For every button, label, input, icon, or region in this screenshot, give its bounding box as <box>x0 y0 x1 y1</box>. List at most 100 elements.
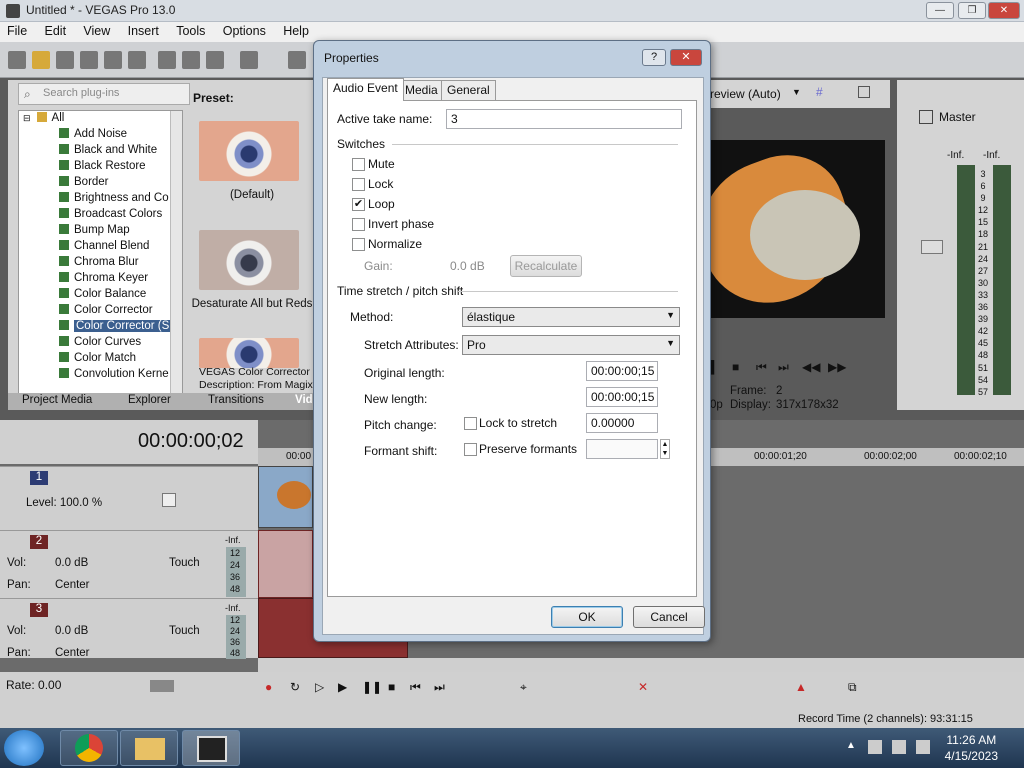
pitch-change-input[interactable]: 0.00000 <box>586 413 658 433</box>
timeline-horizontal-scrollbar[interactable] <box>258 658 1024 672</box>
maximize-button[interactable]: ❐ <box>958 2 986 19</box>
audio-clip[interactable] <box>258 530 313 598</box>
stop-icon[interactable]: ■ <box>732 360 739 374</box>
play-icon[interactable]: ▌ <box>710 360 719 374</box>
play-from-start-icon[interactable]: ▷ <box>315 680 324 694</box>
new-length-input[interactable]: 00:00:00;15 <box>586 387 658 407</box>
tree-item[interactable]: Color Balance <box>59 288 146 304</box>
copy-snapshot-icon[interactable] <box>858 86 870 98</box>
preset-thumbnail[interactable] <box>199 121 299 181</box>
preview-quality[interactable]: review (Auto) <box>710 87 781 101</box>
level-slider-handle[interactable] <box>162 493 176 507</box>
action-center-icon[interactable] <box>868 740 882 754</box>
menu-insert[interactable]: Insert <box>121 22 166 40</box>
tab-media[interactable]: Media <box>399 80 444 100</box>
help-button[interactable]: ? <box>642 49 666 66</box>
tree-item[interactable]: Black and White <box>59 144 157 160</box>
loop-icon[interactable]: ↻ <box>290 680 300 694</box>
tree-item[interactable]: Color Curves <box>59 336 141 352</box>
tree-item[interactable]: Broadcast Colors <box>59 208 162 224</box>
rate-slider-handle[interactable] <box>150 680 174 692</box>
cancel-button[interactable]: Cancel <box>633 606 705 628</box>
dialog-close-button[interactable]: ✕ <box>670 49 702 66</box>
tab-audio-event[interactable]: Audio Event <box>327 78 404 101</box>
step-back-icon[interactable]: ◀◀ <box>802 360 820 374</box>
tree-item[interactable]: ⊟ All <box>23 112 64 128</box>
recalculate-button[interactable]: Recalculate <box>510 255 582 277</box>
tree-item[interactable]: Convolution Kerne <box>59 368 169 384</box>
taskbar-chrome[interactable] <box>60 730 118 766</box>
menu-view[interactable]: View <box>76 22 117 40</box>
grid-icon[interactable]: # <box>816 85 823 99</box>
tab-video-fx[interactable]: Vid <box>295 394 313 406</box>
tree-item[interactable]: Chroma Blur <box>59 256 139 272</box>
system-clock[interactable]: 11:26 AM 4/15/2023 <box>945 732 998 764</box>
preset-thumbnail[interactable] <box>199 338 299 368</box>
mute-checkbox[interactable] <box>352 158 365 171</box>
automation-mode[interactable]: Touch <box>169 625 200 637</box>
tab-transitions[interactable]: Transitions <box>208 394 264 406</box>
tray-expand-icon[interactable]: ▲ <box>846 740 856 751</box>
menu-file[interactable]: File <box>0 22 34 40</box>
menu-options[interactable]: Options <box>216 22 273 40</box>
render-icon[interactable] <box>104 51 122 69</box>
tree-item[interactable]: Color Corrector <box>59 304 153 320</box>
marker-icon[interactable]: ▲ <box>795 680 807 694</box>
tree-item[interactable]: Bump Map <box>59 224 130 240</box>
start-button[interactable] <box>4 730 44 766</box>
normalize-checkbox[interactable] <box>352 238 365 251</box>
tree-item[interactable]: Channel Blend <box>59 240 149 256</box>
invert-phase-checkbox[interactable] <box>352 218 365 231</box>
save-icon[interactable] <box>56 51 74 69</box>
stretch-attributes-dropdown[interactable]: Pro ▼ <box>462 335 680 355</box>
tree-item[interactable]: Chroma Keyer <box>59 272 148 288</box>
tree-item[interactable]: Border <box>59 176 109 192</box>
tree-item[interactable]: Color Match <box>59 352 136 368</box>
video-clip[interactable] <box>258 466 313 528</box>
master-fx-icon[interactable] <box>919 110 933 124</box>
loop-checkbox[interactable]: ✔ <box>352 198 365 211</box>
menu-tools[interactable]: Tools <box>169 22 212 40</box>
volume-muted-icon[interactable] <box>916 740 930 754</box>
snapping-icon[interactable]: ⧉ <box>848 680 857 695</box>
delete-icon[interactable]: ✕ <box>638 680 648 694</box>
preserve-formants-checkbox[interactable] <box>464 443 477 456</box>
menu-help[interactable]: Help <box>276 22 316 40</box>
formant-shift-input[interactable] <box>586 439 658 459</box>
properties-icon[interactable] <box>128 51 146 69</box>
menu-edit[interactable]: Edit <box>38 22 74 40</box>
chevron-down-icon[interactable]: ▼ <box>792 87 801 97</box>
tree-item-selected[interactable]: Color Corrector (S <box>59 320 172 336</box>
tree-item[interactable]: Black Restore <box>59 160 146 176</box>
tab-general[interactable]: General <box>441 80 496 100</box>
tree-item[interactable]: Add Noise <box>59 128 127 144</box>
tree-vertical-scrollbar[interactable] <box>170 111 182 399</box>
new-project-icon[interactable] <box>8 51 26 69</box>
record-icon[interactable]: ● <box>265 680 272 694</box>
redo-icon[interactable] <box>288 51 306 69</box>
network-icon[interactable] <box>892 740 906 754</box>
normal-edit-tool-icon[interactable]: ⌖ <box>520 680 527 695</box>
go-to-end-icon[interactable]: ⏭ <box>434 680 445 695</box>
undo-icon[interactable] <box>240 51 258 69</box>
copy-icon[interactable] <box>182 51 200 69</box>
lock-to-stretch-checkbox[interactable] <box>464 417 477 430</box>
pause-icon[interactable]: ❚❚ <box>362 680 382 694</box>
play-icon[interactable]: ▶ <box>338 680 347 694</box>
automation-mode[interactable]: Touch <box>169 557 200 569</box>
next-frame-icon[interactable]: ⏭ <box>778 360 789 375</box>
taskbar-vegas[interactable] <box>182 730 240 766</box>
active-take-input[interactable]: 3 <box>446 109 682 129</box>
save-as-icon[interactable] <box>80 51 98 69</box>
formant-spinner[interactable]: ▲ ▼ <box>660 439 670 459</box>
tab-explorer[interactable]: Explorer <box>128 394 171 406</box>
cut-icon[interactable] <box>158 51 176 69</box>
original-length-input[interactable]: 00:00:00;15 <box>586 361 658 381</box>
tree-item[interactable]: Brightness and Co <box>59 192 169 208</box>
ok-button[interactable]: OK <box>551 606 623 628</box>
prev-frame-icon[interactable]: ⏮ <box>756 360 767 375</box>
method-dropdown[interactable]: élastique ▼ <box>462 307 680 327</box>
taskbar-explorer[interactable] <box>120 730 178 766</box>
lock-checkbox[interactable] <box>352 178 365 191</box>
stop-icon[interactable]: ■ <box>388 680 395 694</box>
